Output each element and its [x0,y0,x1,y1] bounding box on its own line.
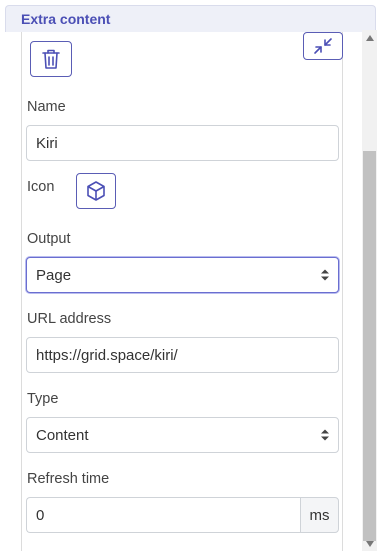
scroll-up-button[interactable] [362,30,377,45]
panel-header: Extra content [5,5,376,32]
scroll-up-icon [365,34,374,41]
select-arrows-icon [321,429,329,441]
icon-picker-button[interactable] [76,173,116,209]
name-input[interactable]: Kiri [26,125,339,161]
output-value: Page [36,266,72,284]
scroll-down-icon [365,540,374,547]
scroll-thumb[interactable] [363,151,376,541]
refresh-value: 0 [36,506,45,524]
icon-label: Icon [27,179,55,195]
name-label: Name [27,99,66,115]
name-value: Kiri [36,134,58,152]
vertical-scrollbar[interactable] [362,30,377,551]
select-arrows-icon [321,269,329,281]
url-label: URL address [27,311,112,327]
collapse-button[interactable] [303,32,343,60]
url-input[interactable]: https://grid.space/kiri/ [26,337,339,373]
type-value: Content [36,426,89,444]
type-label: Type [27,391,59,407]
delete-button[interactable] [30,41,72,77]
output-label: Output [27,231,71,247]
refresh-input-group: 0 ms [26,497,339,533]
trash-icon [42,49,60,69]
cube-icon [87,181,105,201]
refresh-label: Refresh time [27,471,110,487]
scroll-down-button[interactable] [362,536,377,551]
compress-icon [314,38,332,54]
refresh-unit: ms [300,497,339,533]
type-select[interactable]: Content [26,417,339,453]
output-select[interactable]: Page [26,257,339,293]
refresh-input[interactable]: 0 [26,497,300,533]
panel-title: Extra content [21,11,111,27]
url-value: https://grid.space/kiri/ [36,346,178,364]
